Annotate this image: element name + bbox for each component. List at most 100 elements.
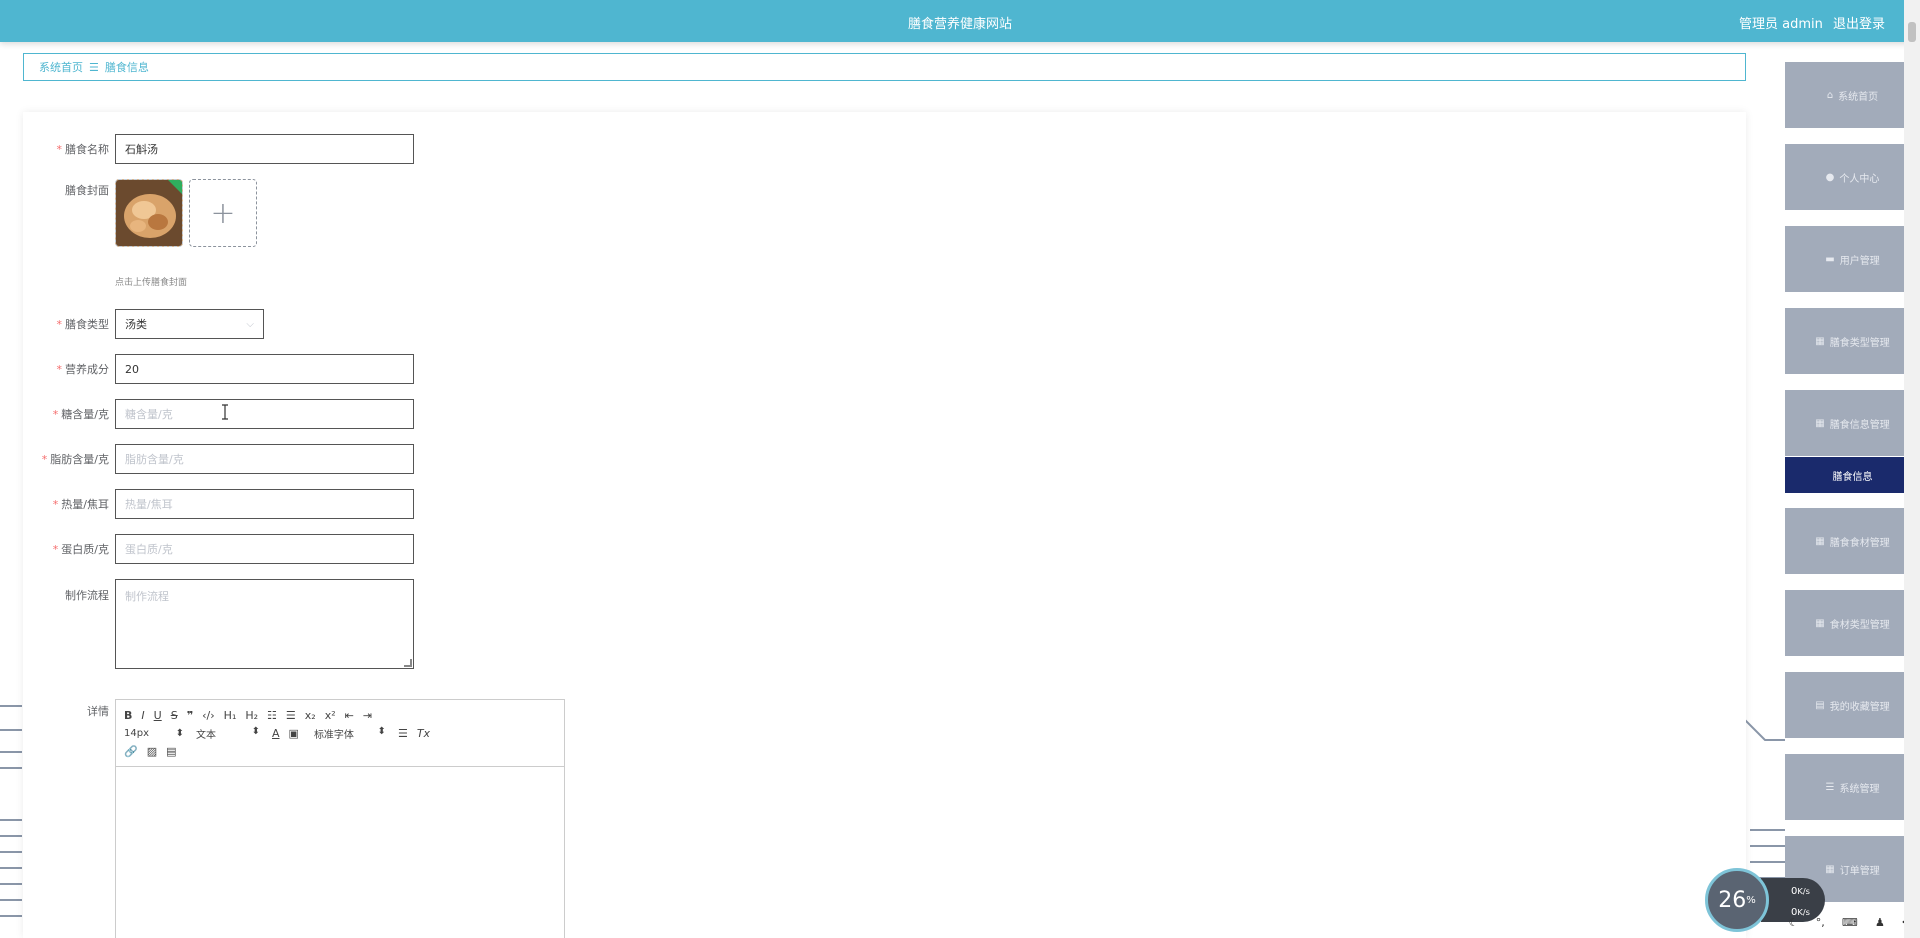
font-picker[interactable]: 标准字体 ⬍ [314, 726, 386, 741]
cpu-percent-unit: % [1746, 894, 1756, 906]
user-icon: ● [1825, 171, 1835, 183]
breadcrumb-home[interactable]: 系统首页 [39, 59, 83, 75]
food-image [116, 180, 182, 246]
sidebar-menu: ⌂ 系统首页 ● 个人中心 ▬ 用户管理 ▦ 膳食类型管理 ▦ 膳食信息管理 膳食信息 ▦… [1785, 42, 1920, 938]
system-tray: ☾ °, ⌨ ♟ ✣ [1780, 912, 1920, 932]
sidebar-item-home[interactable]: ⌂ 系统首页 [1785, 62, 1920, 128]
speed-unit: K/s [1797, 886, 1810, 896]
table-icon: ▦ [1825, 863, 1835, 875]
grid-icon: ▦ [1815, 617, 1825, 629]
clear-format-icon[interactable]: Tx [417, 727, 430, 740]
breadcrumb-separator-icon: ☰ [89, 60, 99, 74]
nutrition-input[interactable]: 20 [115, 354, 414, 384]
font-size-picker[interactable]: 14px ⬍ [124, 728, 184, 739]
breadcrumb-current: 膳食信息 [104, 61, 149, 74]
rich-text-editor: B I U S ❞ ‹/› H₁ H₂ ☷ ☰ x₂ x² ⇤ ⇥ 14px ⬍ [115, 699, 565, 938]
calories-input[interactable]: 热量/焦耳 [115, 489, 414, 519]
form-card: * 膳食名称 石斛汤 膳食封面 + 点击上传膳食封面 * 膳食类型 汤类 ⌵ *… [23, 112, 1746, 938]
outdent-icon[interactable]: ⇤ [345, 709, 354, 722]
sidebar-item-ingredients[interactable]: ▦ 膳食食材管理 [1785, 508, 1920, 574]
sidebar-item-profile[interactable]: ● 个人中心 [1785, 144, 1920, 210]
nutrition-label: 营养成分 [65, 363, 109, 376]
sidebar-item-users[interactable]: ▬ 用户管理 [1785, 226, 1920, 292]
required-mark: * [56, 143, 63, 156]
strike-icon[interactable]: S [171, 709, 178, 722]
cpu-gauge: 26% [1705, 868, 1769, 932]
italic-icon[interactable]: I [141, 709, 144, 722]
sidebar-item-ingredient-types[interactable]: ▦ 食材类型管理 [1785, 590, 1920, 656]
header1-icon[interactable]: H₁ [224, 709, 237, 722]
process-label: 制作流程 [65, 589, 109, 602]
type-select[interactable]: 汤类 ⌵ [115, 309, 264, 339]
bold-icon[interactable]: B [124, 709, 132, 722]
header-picker[interactable]: 文本 ⬍ [196, 726, 260, 741]
plus-icon: + [210, 195, 236, 231]
editor-content-area[interactable] [116, 767, 564, 938]
protein-input[interactable]: 蛋白质/克 [115, 534, 414, 564]
cover-upload-area: + 点击上传膳食封面 [115, 179, 257, 288]
scrollbar-thumb[interactable] [1908, 22, 1916, 42]
logout-link[interactable]: 退出登录 [1833, 17, 1885, 32]
name-label: 膳食名称 [65, 143, 109, 156]
calories-label: 热量/焦耳 [61, 498, 109, 511]
sidebar-item-favorites[interactable]: ▤ 我的收藏管理 [1785, 672, 1920, 738]
cover-image-thumbnail[interactable] [115, 179, 183, 247]
form-row-calories: * 热量/焦耳 热量/焦耳 [23, 489, 414, 519]
required-mark: * [52, 408, 59, 421]
admin-user-label: 管理员 admin [1738, 17, 1823, 32]
keyboard-icon[interactable]: ⌨ [1842, 916, 1858, 929]
link-icon[interactable]: 🔗 [124, 745, 138, 758]
indent-icon[interactable]: ⇥ [363, 709, 372, 722]
fat-label: 脂肪含量/克 [50, 453, 109, 466]
upload-add-button[interactable]: + [189, 179, 257, 247]
form-row-fat: * 脂肪含量/克 脂肪含量/克 [23, 444, 414, 474]
video-icon[interactable]: ▤ [166, 745, 176, 758]
form-row-protein: * 蛋白质/克 蛋白质/克 [23, 534, 414, 564]
detail-label: 详情 [87, 705, 109, 718]
sidebar-item-system[interactable]: ☰ 系统管理 [1785, 754, 1920, 820]
upload-tip: 点击上传膳食封面 [115, 278, 188, 288]
degree-icon[interactable]: °, [1816, 916, 1825, 929]
fat-input[interactable]: 脂肪含量/克 [115, 444, 414, 474]
type-select-value: 汤类 [125, 318, 147, 331]
sidebar-item-meal-info-manage[interactable]: ▦ 膳食信息管理 [1785, 390, 1920, 456]
briefcase-icon: ▬ [1825, 253, 1835, 265]
image-icon[interactable]: ▨ [147, 745, 157, 758]
moon-icon[interactable]: ☾ [1789, 916, 1799, 929]
grid-icon: ▦ [1815, 417, 1825, 429]
sugar-input[interactable]: 糖含量/克 [115, 399, 414, 429]
grid-icon: ▦ [1815, 335, 1825, 347]
person-icon[interactable]: ♟ [1875, 916, 1885, 929]
bullet-list-icon[interactable]: ☰ [286, 709, 296, 722]
form-row-nutrition: * 营养成分 20 [23, 354, 414, 384]
top-header: 膳食营养健康网站 管理员 admin 退出登录 [0, 0, 1920, 42]
resize-handle-icon[interactable] [404, 659, 412, 667]
cover-label: 膳食封面 [65, 184, 109, 197]
required-mark: * [56, 363, 63, 376]
form-row-detail: 详情 B I U S ❞ ‹/› H₁ H₂ ☷ ☰ x₂ x² ⇤ ⇥ 14p… [23, 699, 565, 938]
process-placeholder: 制作流程 [125, 590, 169, 603]
ordered-list-icon[interactable]: ☷ [267, 709, 277, 722]
background-color-icon[interactable]: ▣ [289, 727, 299, 740]
form-row-process: 制作流程 制作流程 [23, 579, 414, 669]
page-scrollbar[interactable] [1904, 0, 1920, 938]
process-textarea[interactable]: 制作流程 [115, 579, 414, 669]
blockquote-icon[interactable]: ❞ [187, 709, 193, 722]
sugar-label: 糖含量/克 [61, 408, 109, 421]
name-input[interactable]: 石斛汤 [115, 134, 414, 164]
subscript-icon[interactable]: x₂ [305, 709, 316, 722]
editor-toolbar: B I U S ❞ ‹/› H₁ H₂ ☷ ☰ x₂ x² ⇤ ⇥ 14px ⬍ [116, 700, 564, 767]
align-icon[interactable]: ☰ [398, 727, 408, 740]
header2-icon[interactable]: H₂ [245, 709, 258, 722]
cpu-percent: 26 [1718, 887, 1747, 913]
required-mark: * [52, 498, 59, 511]
underline-icon[interactable]: U [154, 709, 162, 722]
superscript-icon[interactable]: x² [325, 709, 336, 722]
sidebar-item-meal-info[interactable]: 膳食信息 [1785, 457, 1920, 493]
sidebar-item-meal-types[interactable]: ▦ 膳食类型管理 [1785, 308, 1920, 374]
picker-arrow-icon: ⬍ [175, 727, 184, 739]
required-mark: * [56, 318, 63, 331]
text-color-icon[interactable]: A [272, 727, 280, 740]
code-icon[interactable]: ‹/› [202, 709, 215, 722]
protein-label: 蛋白质/克 [61, 543, 109, 556]
